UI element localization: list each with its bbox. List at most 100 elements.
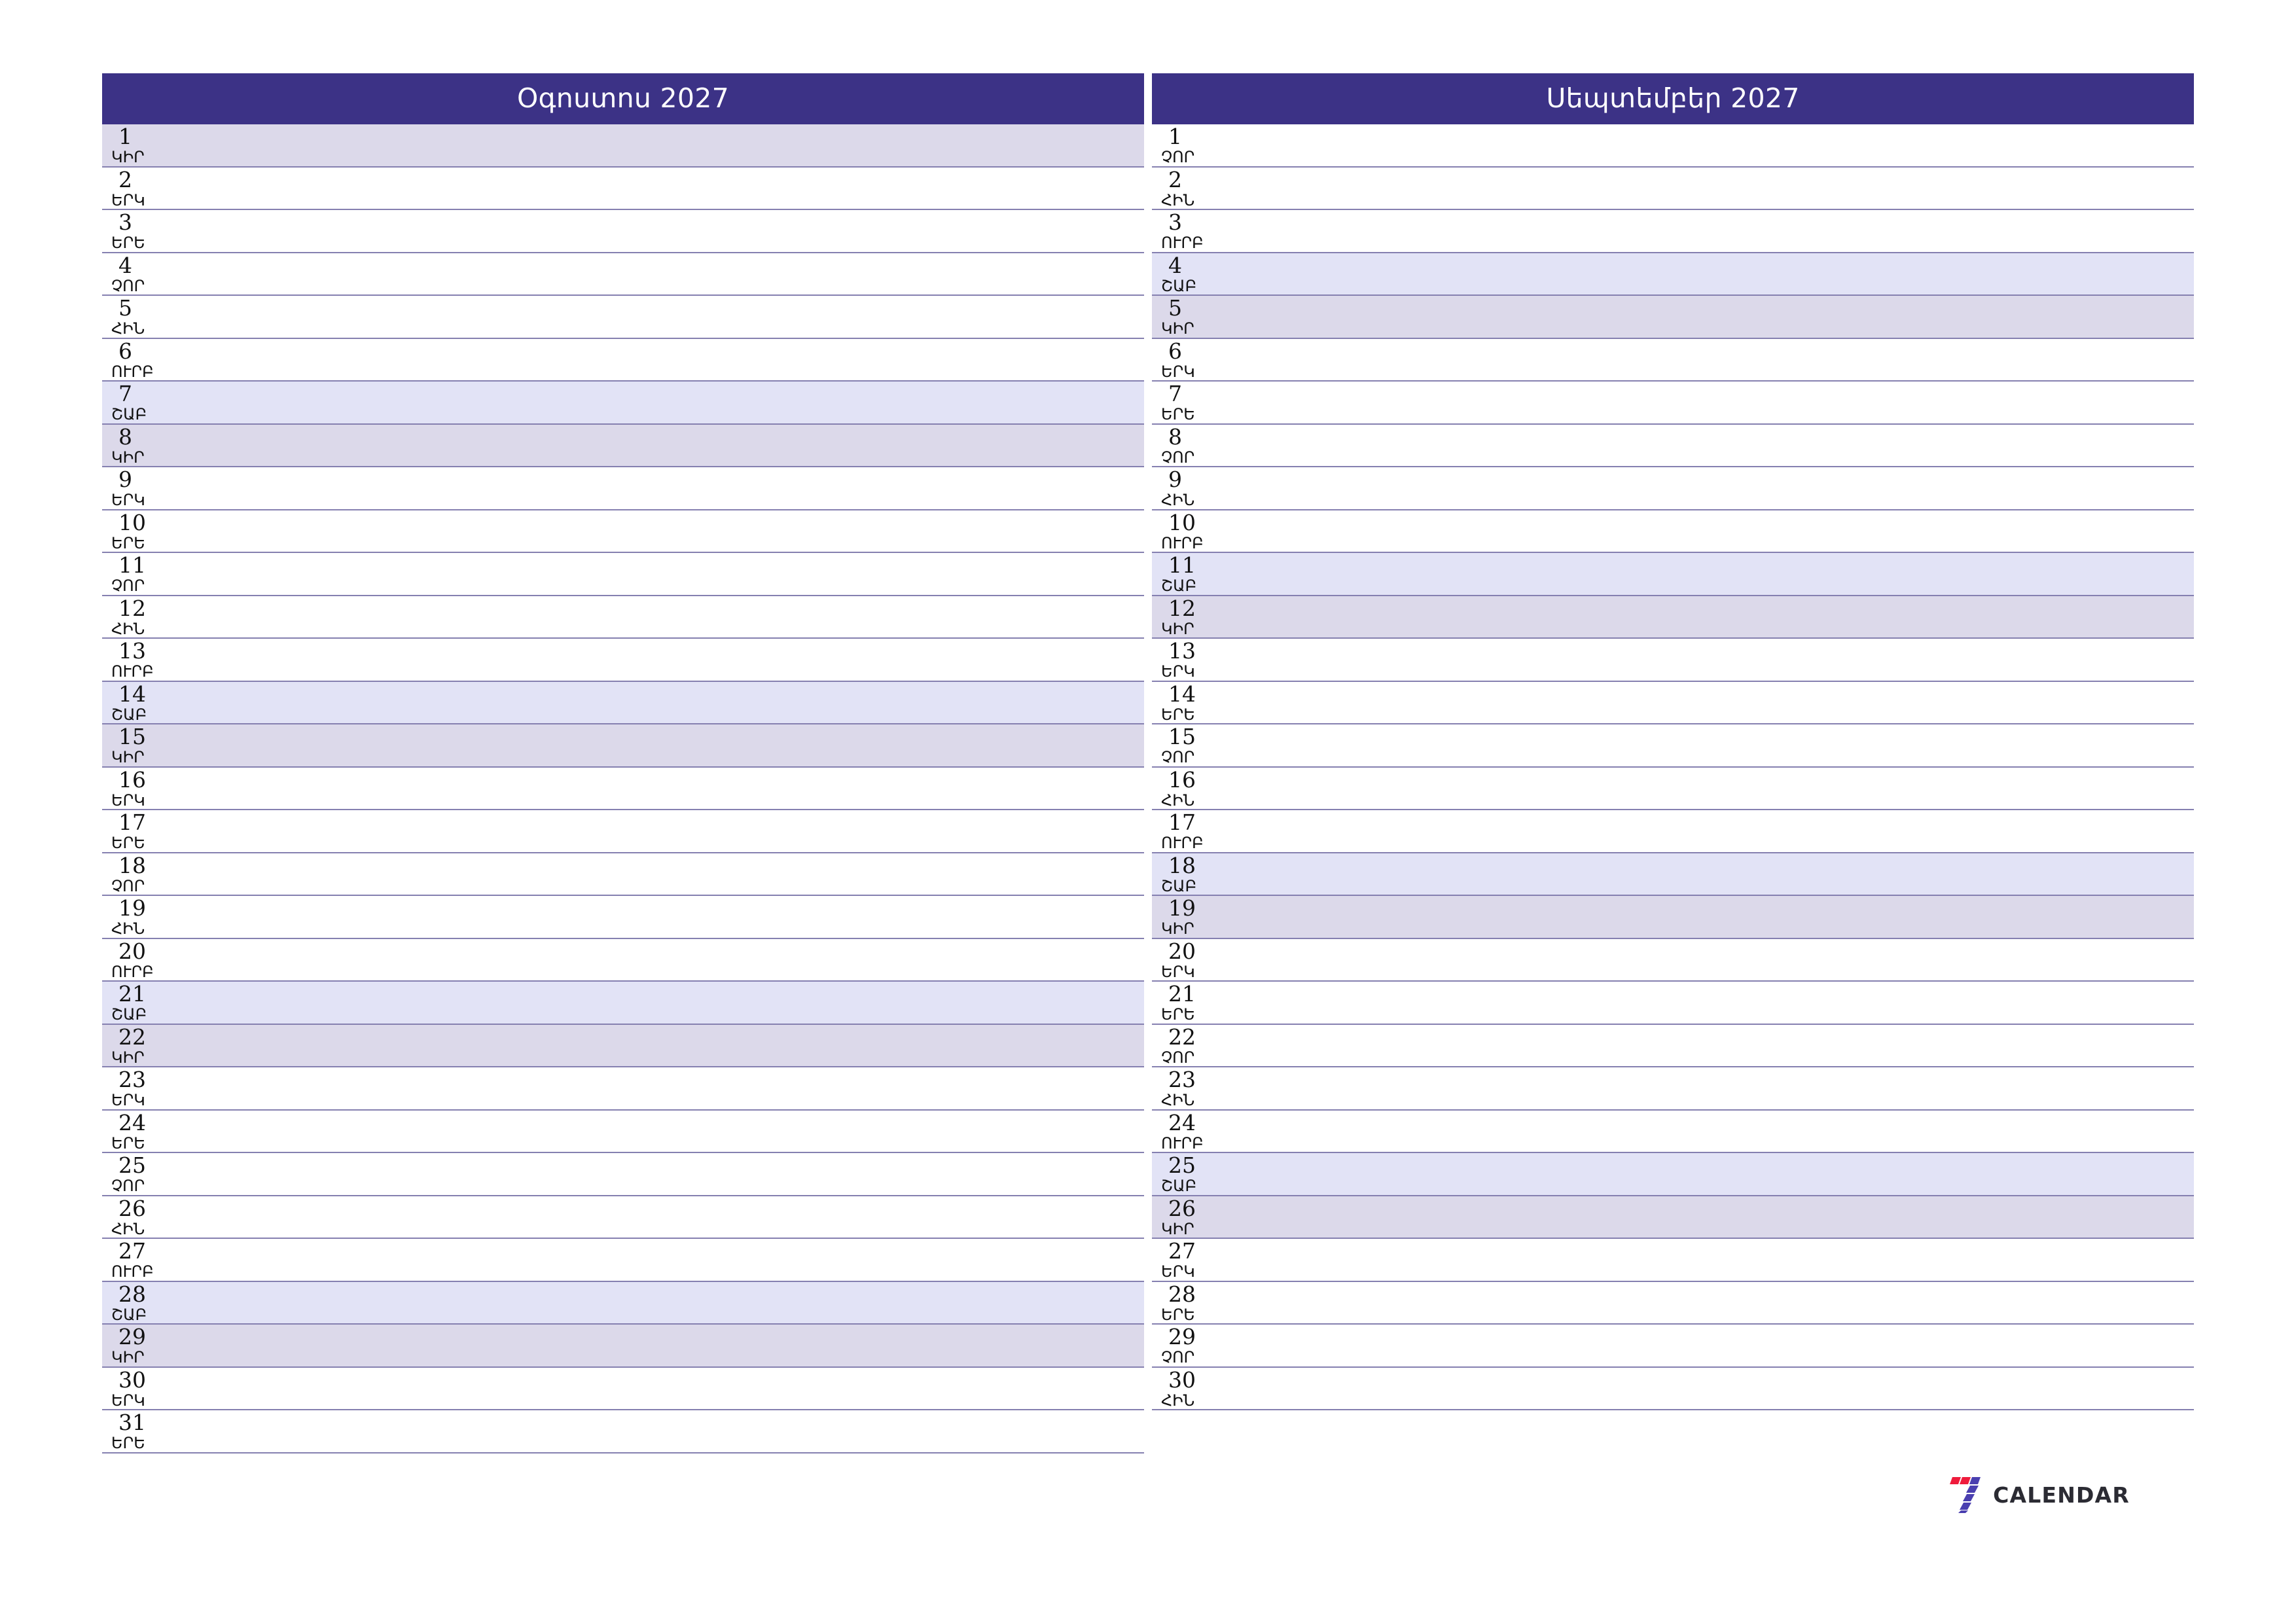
day-number: 6 xyxy=(118,338,132,364)
day-row[interactable]: 8 ԿԻՐ xyxy=(102,424,1144,467)
day-row[interactable]: 7 ԵՐԵ xyxy=(1152,382,2194,425)
day-number: 19 xyxy=(118,896,146,921)
day-row[interactable]: 4 ՉՈՐ xyxy=(102,253,1144,296)
day-number: 4 xyxy=(1168,253,1182,278)
day-list: 1 ՉՈՐ 2 ՀԻՆ 3 ՈՒՐԲ 4 ՇԱԲ 5 ԿԻՐ 6 ԵՐԿ 7 ԵՐԵ 8 ՉՈՐ 9 ՀԻՆ 10 Ո… xyxy=(1152,124,2194,1454)
day-row[interactable]: 21 ՇԱԲ xyxy=(102,982,1144,1025)
day-row[interactable]: 23 ԵՐԿ xyxy=(102,1067,1144,1111)
day-number: 4 xyxy=(118,253,132,278)
planner-page: Օգոստոս 2027 1 ԿԻՐ 2 ԵՐԿ 3 ԵՐԵ 4 ՉՈՐ 5 ՀԻՆ 6 ՈՒՐԲ 7 ՇԱ… xyxy=(102,73,2194,1571)
day-weekday-label: ԵՐԿ xyxy=(1161,362,1195,381)
day-row[interactable]: 19 ԿԻՐ xyxy=(1152,896,2194,939)
day-row[interactable]: 27 ՈՒՐԲ xyxy=(102,1239,1144,1282)
day-row[interactable]: 2 ՀԻՆ xyxy=(1152,167,2194,210)
day-row[interactable]: 5 ՀԻՆ xyxy=(102,296,1144,339)
day-row[interactable]: 2 ԵՐԿ xyxy=(102,167,1144,210)
day-row[interactable]: 12 ՀԻՆ xyxy=(102,596,1144,639)
day-row[interactable]: 21 ԵՐԵ xyxy=(1152,982,2194,1025)
day-number: 20 xyxy=(1168,938,1196,964)
day-row[interactable]: 19 ՀԻՆ xyxy=(102,896,1144,939)
day-row[interactable]: 22 ԿԻՐ xyxy=(102,1024,1144,1067)
day-weekday-label: ՈՒՐԲ xyxy=(111,1262,154,1281)
day-row[interactable]: 18 ՉՈՐ xyxy=(102,853,1144,896)
day-row[interactable]: 17 ԵՐԵ xyxy=(102,810,1144,853)
day-row[interactable]: 26 ԿԻՐ xyxy=(1152,1196,2194,1239)
day-row[interactable]: 13 ՈՒՐԲ xyxy=(102,639,1144,682)
day-row[interactable]: 29 ԿԻՐ xyxy=(102,1325,1144,1368)
empty-row xyxy=(1152,1410,2194,1454)
day-weekday-label: ՈՒՐԲ xyxy=(111,662,154,681)
day-row[interactable]: 10 ԵՐԵ xyxy=(102,510,1144,553)
day-weekday-label: ԵՐԵ xyxy=(111,1434,145,1452)
day-row[interactable]: 6 ՈՒՐԲ xyxy=(102,338,1144,382)
day-weekday-label: ՈՒՐԲ xyxy=(1161,533,1204,552)
day-row[interactable]: 14 ԵՐԵ xyxy=(1152,681,2194,724)
day-row[interactable]: 8 ՉՈՐ xyxy=(1152,424,2194,467)
day-row[interactable]: 9 ԵՐԿ xyxy=(102,467,1144,510)
day-row[interactable]: 24 ԵՐԵ xyxy=(102,1110,1144,1153)
day-weekday-label: ԵՐԵ xyxy=(111,234,145,252)
day-row[interactable]: 12 ԿԻՐ xyxy=(1152,596,2194,639)
day-list: 1 ԿԻՐ 2 ԵՐԿ 3 ԵՐԵ 4 ՉՈՐ 5 ՀԻՆ 6 ՈՒՐԲ 7 ՇԱԲ 8 ԿԻՐ 9 ԵՐԿ 10 Ե… xyxy=(102,124,1144,1454)
day-row[interactable]: 20 ԵՐԿ xyxy=(1152,938,2194,982)
day-weekday-label: ԿԻՐ xyxy=(1161,619,1194,638)
day-row[interactable]: 16 ԵՐԿ xyxy=(102,767,1144,810)
day-weekday-label: ՈՒՐԲ xyxy=(1161,834,1204,852)
day-number: 13 xyxy=(1168,639,1196,664)
day-row[interactable]: 25 ՇԱԲ xyxy=(1152,1153,2194,1196)
day-row[interactable]: 25 ՉՈՐ xyxy=(102,1153,1144,1196)
day-number: 11 xyxy=(118,553,146,578)
day-row[interactable]: 15 ՉՈՐ xyxy=(1152,724,2194,768)
day-row[interactable]: 28 ՇԱԲ xyxy=(102,1281,1144,1325)
day-number: 16 xyxy=(1168,767,1196,793)
day-number: 23 xyxy=(1168,1067,1196,1092)
day-row[interactable]: 3 ՈՒՐԲ xyxy=(1152,210,2194,253)
day-row[interactable]: 5 ԿԻՐ xyxy=(1152,296,2194,339)
seven-stripes-mark-icon xyxy=(1950,1476,1984,1513)
day-row[interactable]: 29 ՉՈՐ xyxy=(1152,1325,2194,1368)
day-row[interactable]: 18 ՇԱԲ xyxy=(1152,853,2194,896)
day-number: 5 xyxy=(1168,296,1182,321)
day-number: 26 xyxy=(118,1196,146,1221)
day-row[interactable]: 27 ԵՐԿ xyxy=(1152,1239,2194,1282)
day-row[interactable]: 9 ՀԻՆ xyxy=(1152,467,2194,510)
day-row[interactable]: 31 ԵՐԵ xyxy=(102,1410,1144,1454)
day-row[interactable]: 24 ՈՒՐԲ xyxy=(1152,1110,2194,1153)
day-row[interactable]: 13 ԵՐԿ xyxy=(1152,639,2194,682)
day-row[interactable]: 3 ԵՐԵ xyxy=(102,210,1144,253)
day-row[interactable]: 11 ՉՈՐ xyxy=(102,553,1144,596)
day-weekday-label: ԵՐԿ xyxy=(111,190,145,209)
day-row[interactable]: 28 ԵՐԵ xyxy=(1152,1281,2194,1325)
day-row[interactable]: 4 ՇԱԲ xyxy=(1152,253,2194,296)
day-number: 10 xyxy=(1168,510,1196,535)
day-row[interactable]: 14 ՇԱԲ xyxy=(102,681,1144,724)
day-row[interactable]: 23 ՀԻՆ xyxy=(1152,1067,2194,1111)
month-column: Օգոստոս 2027 1 ԿԻՐ 2 ԵՐԿ 3 ԵՐԵ 4 ՉՈՐ 5 ՀԻՆ 6 ՈՒՐԲ 7 ՇԱ… xyxy=(102,73,1144,1454)
day-number: 16 xyxy=(118,767,146,793)
day-row[interactable]: 16 ՀԻՆ xyxy=(1152,767,2194,810)
day-weekday-label: ԵՐԵ xyxy=(111,834,145,852)
day-row[interactable]: 11 ՇԱԲ xyxy=(1152,553,2194,596)
day-weekday-label: ԿԻՐ xyxy=(1161,319,1194,338)
day-row[interactable]: 10 ՈՒՐԲ xyxy=(1152,510,2194,553)
day-number: 12 xyxy=(1168,596,1196,621)
day-row[interactable]: 26 ՀԻՆ xyxy=(102,1196,1144,1239)
day-row[interactable]: 6 ԵՐԿ xyxy=(1152,338,2194,382)
day-row[interactable]: 1 ԿԻՐ xyxy=(102,124,1144,168)
day-row[interactable]: 7 ՇԱԲ xyxy=(102,382,1144,425)
day-weekday-label: ԿԻՐ xyxy=(111,1348,145,1366)
day-row[interactable]: 1 ՉՈՐ xyxy=(1152,124,2194,168)
day-number: 18 xyxy=(118,853,146,878)
day-weekday-label: ՇԱԲ xyxy=(1161,876,1197,895)
day-weekday-label: ՇԱԲ xyxy=(111,405,147,423)
day-row[interactable]: 22 ՉՈՐ xyxy=(1152,1024,2194,1067)
day-number: 3 xyxy=(1168,210,1182,235)
day-row[interactable]: 17 ՈՒՐԲ xyxy=(1152,810,2194,853)
day-row[interactable]: 30 ԵՐԿ xyxy=(102,1367,1144,1410)
day-row[interactable]: 30 ՀԻՆ xyxy=(1152,1367,2194,1410)
day-weekday-label: ՇԱԲ xyxy=(1161,276,1197,295)
day-row[interactable]: 15 ԿԻՐ xyxy=(102,724,1144,768)
day-weekday-label: ԿԻՐ xyxy=(111,748,145,766)
day-row[interactable]: 20 ՈՒՐԲ xyxy=(102,938,1144,982)
day-number: 12 xyxy=(118,596,146,621)
